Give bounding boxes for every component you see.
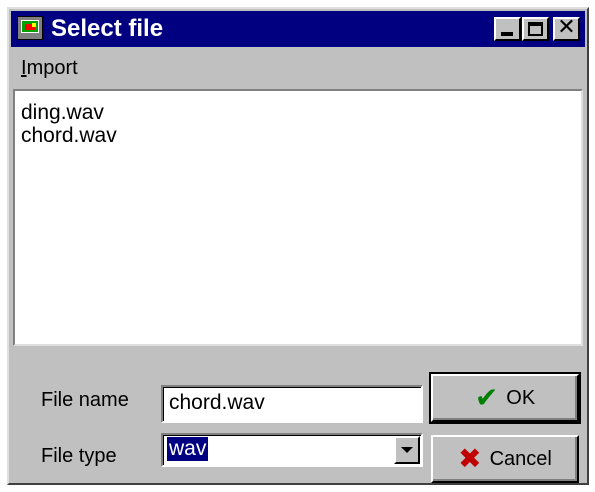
file-type-label: File type: [41, 445, 117, 467]
ok-button-label: OK: [506, 386, 536, 409]
file-type-value: wav: [167, 437, 209, 461]
file-name-label: File name: [41, 389, 129, 411]
ok-button[interactable]: ✔ OK: [429, 372, 581, 424]
close-button[interactable]: ✕: [553, 15, 580, 41]
cancel-button-label: Cancel: [489, 447, 552, 470]
file-type-dropdown-button[interactable]: [394, 436, 420, 464]
file-name-input[interactable]: chord.wav: [161, 385, 423, 423]
close-icon: ✕: [557, 15, 576, 40]
maximize-icon: [528, 22, 543, 36]
menu-import-label: mport: [26, 57, 78, 79]
file-list-item[interactable]: chord.wav: [21, 124, 575, 147]
chevron-down-icon: [401, 447, 413, 453]
minimize-button[interactable]: [494, 17, 521, 41]
x-icon: ✖: [458, 443, 482, 474]
menu-import[interactable]: Import: [21, 57, 78, 79]
app-monitor-icon[interactable]: [17, 16, 43, 40]
menu-bar: Import: [11, 49, 585, 85]
select-file-dialog: Select file ✕ Import ding.wav chord.wav F…: [7, 7, 589, 485]
maximize-button[interactable]: [522, 17, 549, 41]
title-bar[interactable]: Select file ✕: [11, 11, 585, 47]
file-type-select[interactable]: wav: [161, 433, 423, 467]
minimize-icon: [501, 32, 513, 36]
check-icon: ✔: [474, 382, 499, 413]
file-list[interactable]: ding.wav chord.wav: [13, 89, 583, 346]
window-title: Select file: [51, 15, 164, 42]
file-list-item[interactable]: ding.wav: [21, 101, 575, 124]
cancel-button[interactable]: ✖ Cancel: [431, 435, 579, 483]
